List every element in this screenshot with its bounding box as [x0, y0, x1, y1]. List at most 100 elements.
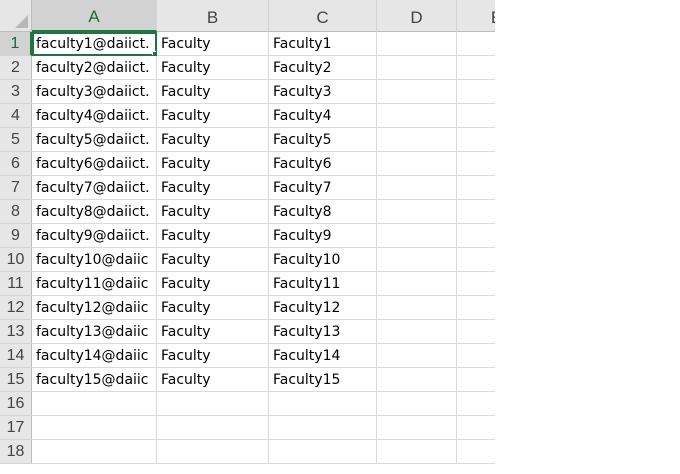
cell-d4[interactable]	[377, 104, 457, 128]
cell-a7[interactable]: faculty7@daiict.	[32, 176, 157, 200]
cell-b12[interactable]: Faculty	[157, 296, 269, 320]
column-header-e[interactable]: E	[457, 0, 495, 32]
cell-d12[interactable]	[377, 296, 457, 320]
cell-b15[interactable]: Faculty	[157, 368, 269, 392]
cell-a11[interactable]: faculty11@daiic	[32, 272, 157, 296]
cell-e3[interactable]	[457, 80, 495, 104]
cell-c8[interactable]: Faculty8	[269, 200, 377, 224]
cell-c5[interactable]: Faculty5	[269, 128, 377, 152]
cell-d13[interactable]	[377, 320, 457, 344]
cell-b13[interactable]: Faculty	[157, 320, 269, 344]
spreadsheet-grid[interactable]: ABCDE 123456789101112131415161718 facult…	[0, 0, 495, 474]
cell-e12[interactable]	[457, 296, 495, 320]
row-header-8[interactable]: 8	[0, 200, 32, 224]
cell-a6[interactable]: faculty6@daiict.	[32, 152, 157, 176]
cell-e8[interactable]	[457, 200, 495, 224]
cell-b18[interactable]	[157, 440, 269, 464]
cell-a4[interactable]: faculty4@daiict.	[32, 104, 157, 128]
row-header-12[interactable]: 12	[0, 296, 32, 320]
cell-b10[interactable]: Faculty	[157, 248, 269, 272]
row-header-5[interactable]: 5	[0, 128, 32, 152]
cell-e5[interactable]	[457, 128, 495, 152]
cell-a12[interactable]: faculty12@daiic	[32, 296, 157, 320]
cell-a10[interactable]: faculty10@daiic	[32, 248, 157, 272]
cell-b5[interactable]: Faculty	[157, 128, 269, 152]
cell-c9[interactable]: Faculty9	[269, 224, 377, 248]
cell-d11[interactable]	[377, 272, 457, 296]
cell-e10[interactable]	[457, 248, 495, 272]
row-header-18[interactable]: 18	[0, 440, 32, 464]
cell-c18[interactable]	[269, 440, 377, 464]
row-header-14[interactable]: 14	[0, 344, 32, 368]
row-header-15[interactable]: 15	[0, 368, 32, 392]
cell-b4[interactable]: Faculty	[157, 104, 269, 128]
row-header-10[interactable]: 10	[0, 248, 32, 272]
cell-c15[interactable]: Faculty15	[269, 368, 377, 392]
row-header-7[interactable]: 7	[0, 176, 32, 200]
cell-c4[interactable]: Faculty4	[269, 104, 377, 128]
row-header-2[interactable]: 2	[0, 56, 32, 80]
cell-a9[interactable]: faculty9@daiict.	[32, 224, 157, 248]
row-header-11[interactable]: 11	[0, 272, 32, 296]
cell-c6[interactable]: Faculty6	[269, 152, 377, 176]
cell-b3[interactable]: Faculty	[157, 80, 269, 104]
cell-c2[interactable]: Faculty2	[269, 56, 377, 80]
cell-d14[interactable]	[377, 344, 457, 368]
cell-e16[interactable]	[457, 392, 495, 416]
cell-c14[interactable]: Faculty14	[269, 344, 377, 368]
row-header-6[interactable]: 6	[0, 152, 32, 176]
cell-d7[interactable]	[377, 176, 457, 200]
cell-a8[interactable]: faculty8@daiict.	[32, 200, 157, 224]
cell-d9[interactable]	[377, 224, 457, 248]
cell-e6[interactable]	[457, 152, 495, 176]
cell-d5[interactable]	[377, 128, 457, 152]
cell-b11[interactable]: Faculty	[157, 272, 269, 296]
cell-e13[interactable]	[457, 320, 495, 344]
cell-a3[interactable]: faculty3@daiict.	[32, 80, 157, 104]
cell-c12[interactable]: Faculty12	[269, 296, 377, 320]
cell-c10[interactable]: Faculty10	[269, 248, 377, 272]
cell-d17[interactable]	[377, 416, 457, 440]
cell-a5[interactable]: faculty5@daiict.	[32, 128, 157, 152]
cell-d1[interactable]	[377, 32, 457, 56]
cell-e1[interactable]	[457, 32, 495, 56]
row-header-3[interactable]: 3	[0, 80, 32, 104]
cell-d8[interactable]	[377, 200, 457, 224]
cell-d10[interactable]	[377, 248, 457, 272]
cell-e7[interactable]	[457, 176, 495, 200]
column-header-b[interactable]: B	[157, 0, 269, 32]
cell-e18[interactable]	[457, 440, 495, 464]
cell-b9[interactable]: Faculty	[157, 224, 269, 248]
cell-c1[interactable]: Faculty1	[269, 32, 377, 56]
cell-e17[interactable]	[457, 416, 495, 440]
cell-b2[interactable]: Faculty	[157, 56, 269, 80]
cell-e14[interactable]	[457, 344, 495, 368]
row-header-4[interactable]: 4	[0, 104, 32, 128]
cell-b16[interactable]	[157, 392, 269, 416]
cell-d6[interactable]	[377, 152, 457, 176]
cell-d16[interactable]	[377, 392, 457, 416]
cell-d15[interactable]	[377, 368, 457, 392]
select-all-corner[interactable]	[0, 0, 32, 32]
cell-e4[interactable]	[457, 104, 495, 128]
cell-c3[interactable]: Faculty3	[269, 80, 377, 104]
row-header-9[interactable]: 9	[0, 224, 32, 248]
column-header-d[interactable]: D	[377, 0, 457, 32]
cell-d18[interactable]	[377, 440, 457, 464]
cell-a2[interactable]: faculty2@daiict.	[32, 56, 157, 80]
cell-c17[interactable]	[269, 416, 377, 440]
cell-d3[interactable]	[377, 80, 457, 104]
cell-b17[interactable]	[157, 416, 269, 440]
cell-b1[interactable]: Faculty	[157, 32, 269, 56]
cell-c13[interactable]: Faculty13	[269, 320, 377, 344]
cell-b14[interactable]: Faculty	[157, 344, 269, 368]
cell-a16[interactable]	[32, 392, 157, 416]
row-header-1[interactable]: 1	[0, 32, 32, 56]
cell-a15[interactable]: faculty15@daiic	[32, 368, 157, 392]
cell-b8[interactable]: Faculty	[157, 200, 269, 224]
cell-c16[interactable]	[269, 392, 377, 416]
cell-c7[interactable]: Faculty7	[269, 176, 377, 200]
cell-e15[interactable]	[457, 368, 495, 392]
column-header-c[interactable]: C	[269, 0, 377, 32]
row-header-16[interactable]: 16	[0, 392, 32, 416]
